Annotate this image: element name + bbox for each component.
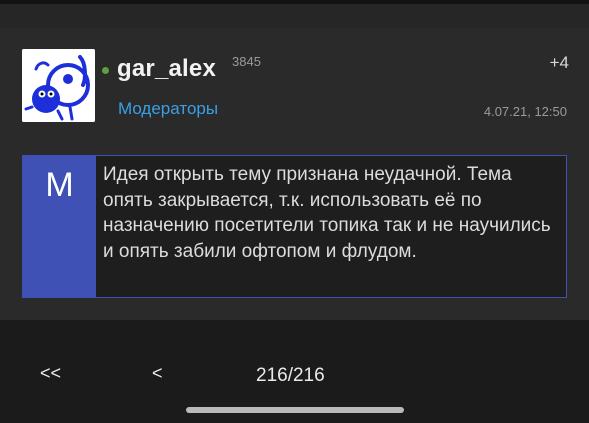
online-status-dot [102,67,109,74]
previous-page-button[interactable]: < [152,363,163,384]
username[interactable]: gar_alex [117,55,216,83]
user-group: Модераторы [118,99,219,118]
previous-post-strip [0,4,589,28]
post-card: gar_alex 3845 +4 Модераторы 4.07.21, 12:… [0,28,589,320]
user-avatar[interactable] [22,49,95,122]
moderator-note-text: Идея открыть тему признана неудачной. Те… [103,164,551,262]
system-gesture-bar[interactable] [186,407,404,413]
pagination-bar: << < 216/216 [0,320,589,423]
post-rating[interactable]: +4 [550,53,569,73]
first-page-button[interactable]: << [40,363,61,384]
moderator-note: M Идея открыть тему признана неудачной. … [22,155,567,298]
moderator-badge: M [23,156,96,297]
post-date: 4.07.21, 12:50 [483,104,567,119]
avatar-bird-icon [22,49,95,122]
reputation-count[interactable]: 3845 [232,54,261,69]
page-indicator[interactable]: 216/216 [256,365,325,387]
moderator-letter: M [45,166,74,204]
